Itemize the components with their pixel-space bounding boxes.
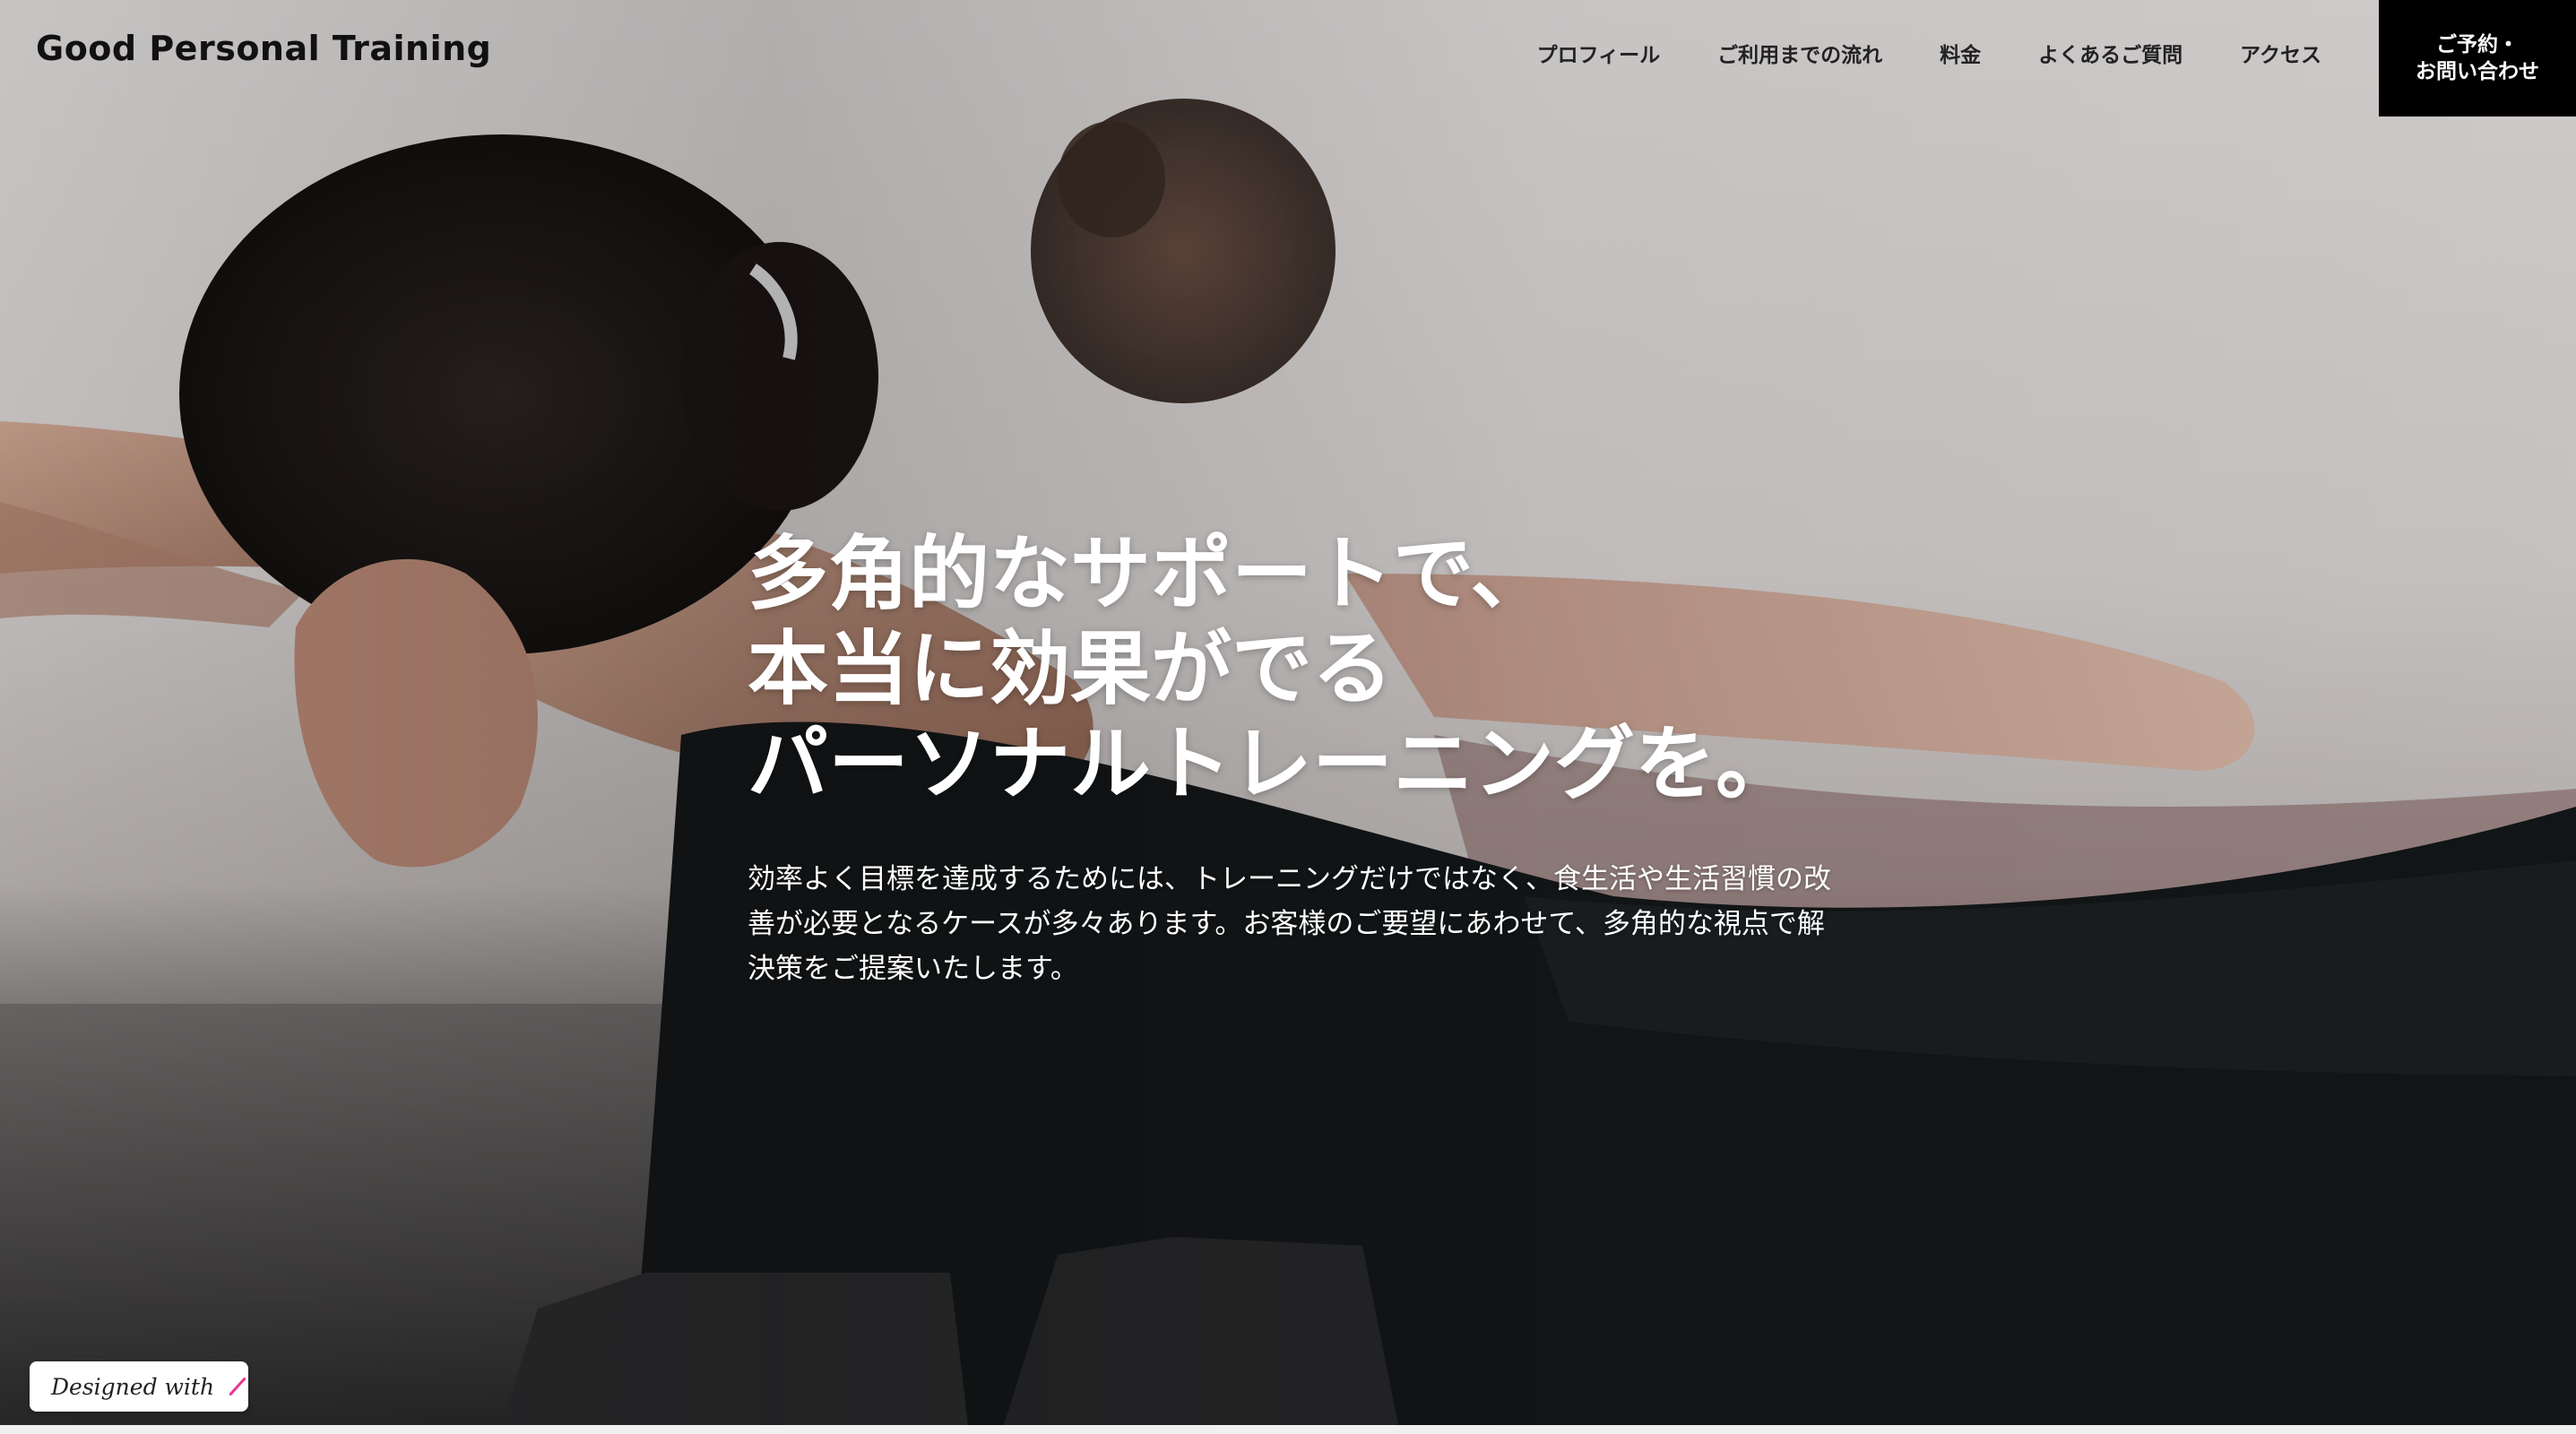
hero-headline-line: パーソナルトレーニングを。	[748, 717, 1796, 811]
cta-label-line1: ご予約・	[2436, 33, 2519, 56]
nav-item-profile[interactable]: プロフィール	[1537, 38, 1661, 68]
badge-label: Designed with	[51, 1373, 215, 1400]
nav-item-pricing[interactable]: 料金	[1940, 38, 1981, 68]
page-bottom-strip	[0, 1425, 2576, 1434]
hero-headline-line: 本当に効果がでる	[748, 622, 1393, 716]
nav-item-access[interactable]: アクセス	[2240, 38, 2321, 68]
hero-headline-line: 多角的なサポートで、	[748, 527, 1552, 621]
nav-item-flow[interactable]: ご利用までの流れ	[1717, 38, 1882, 68]
reservation-contact-button[interactable]: ご予約・ お問い合わせ	[2379, 0, 2576, 117]
hero-headline: 多角的なサポートで、 本当に効果がでる パーソナルトレーニングを。	[748, 527, 1796, 812]
pen-stroke-icon	[229, 1377, 246, 1396]
designed-with-badge[interactable]: Designed with	[30, 1361, 248, 1412]
nav-item-faq[interactable]: よくあるご質問	[2038, 38, 2183, 68]
main-navigation: プロフィール ご利用までの流れ 料金 よくあるご質問 アクセス ご予約・ お問い…	[1537, 0, 2576, 117]
hero-lead-text: 効率よく目標を達成するためには、トレーニングだけではなく、食生活や生活習慣の改善…	[748, 863, 1831, 985]
site-logo[interactable]: Good Personal Training	[36, 29, 491, 68]
cta-label-line2: お問い合わせ	[2416, 60, 2539, 83]
